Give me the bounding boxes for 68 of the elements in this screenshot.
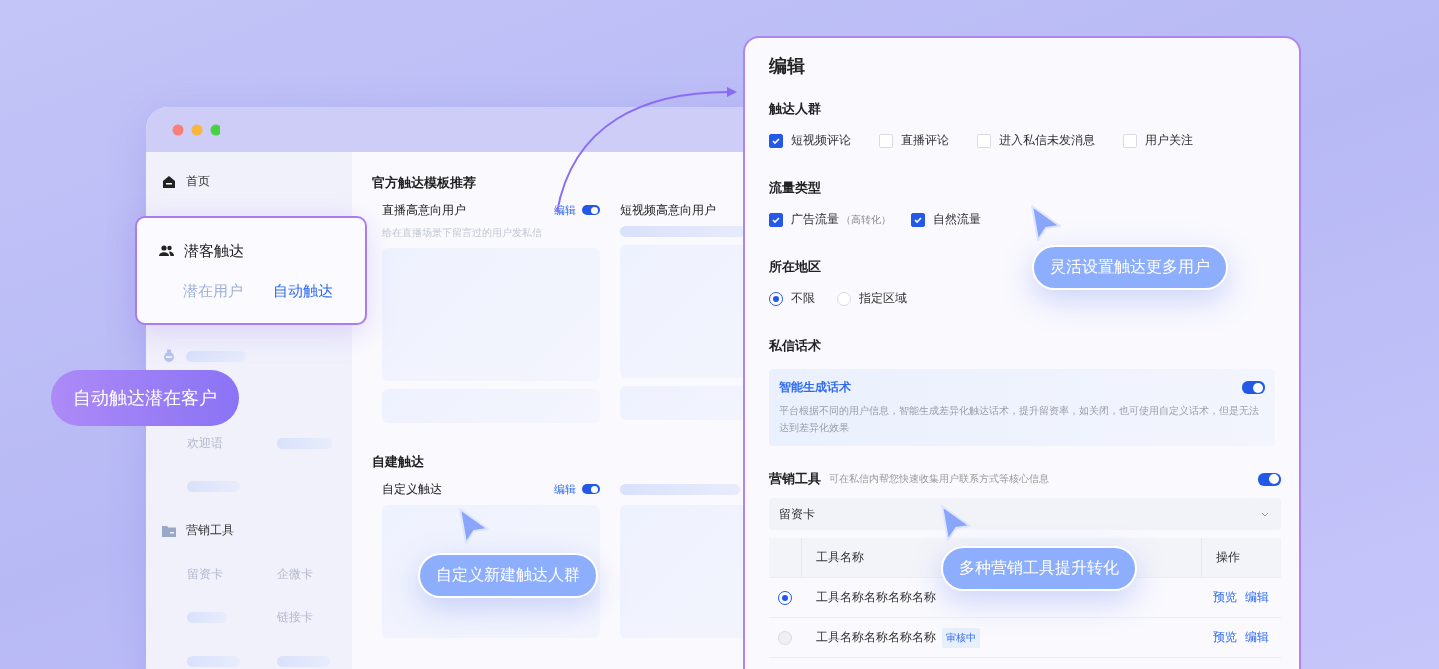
edit-link[interactable]: 编辑 [554, 481, 576, 497]
table-cell: 工具名称名称名称名称 [816, 629, 936, 646]
check-icon [771, 135, 781, 146]
section-title: 触达人群 [769, 100, 821, 118]
section-title: 私信话术 [769, 337, 821, 355]
section-title: 营销工具 [769, 470, 821, 488]
cursor-icon [457, 507, 491, 545]
action-link[interactable]: 预览 [1213, 629, 1237, 646]
radio-label: 不限 [791, 290, 815, 307]
section-hint: 可在私信内帮您快速收集用户联系方式等核心信息 [829, 472, 1049, 486]
checkbox-label: 进入私信未发消息 [999, 132, 1095, 149]
placeholder-bar [277, 655, 330, 667]
check-icon [771, 214, 781, 225]
window-controls-icon [172, 123, 220, 136]
section-title: 自建触达 [372, 453, 424, 469]
card-title: 自定义触达 [382, 480, 442, 498]
check-icon [913, 214, 923, 225]
placeholder-bar [277, 437, 332, 449]
cursor-icon [1029, 204, 1063, 242]
checkbox-label: 用户关注 [1145, 132, 1193, 149]
action-link[interactable]: 编辑 [1245, 629, 1269, 646]
toggle[interactable] [1242, 381, 1265, 394]
radio-button[interactable] [778, 590, 792, 605]
checkbox-label: 自然流量 [933, 211, 981, 228]
callout-label: 自定义新建触达人群 [418, 553, 598, 598]
callout-label: 灵活设置触达更多用户 [1032, 245, 1228, 290]
section-title: 所在地区 [769, 258, 821, 276]
home-icon [162, 174, 176, 189]
sidebar-item[interactable]: 首页 [186, 173, 210, 191]
card-description: 平台根据不同的用户信息，智能生成差异化触达话术，提升留资率，如关闭，也可使用自定义话术，但是无法达到差异化效果 [779, 404, 1260, 435]
option-note: （高转化） [841, 212, 891, 227]
placeholder-bar [186, 350, 246, 362]
card-title: 短视频高意向用户 [620, 201, 716, 219]
panel-title: 编辑 [769, 55, 806, 78]
section-title: 官方触达模板推荐 [372, 174, 476, 190]
toggle[interactable] [582, 205, 600, 215]
chevron-down-icon [1261, 511, 1269, 517]
toggle[interactable] [1258, 472, 1281, 486]
toggle[interactable] [582, 484, 600, 494]
action-link[interactable]: 预览 [1213, 589, 1237, 606]
checkbox[interactable] [769, 212, 783, 227]
callout-label: 多种营销工具提升转化 [941, 546, 1137, 591]
checkbox-label: 直播评论 [901, 132, 949, 149]
table-cell: 工具名称名称名称名称 [816, 589, 936, 606]
submenu-item[interactable]: 自动触达 [273, 282, 333, 301]
status-badge: 审核中 [942, 627, 980, 648]
menu-group-title: 潜客触达 [184, 241, 244, 261]
users-icon [159, 245, 174, 257]
placeholder-bar [187, 481, 240, 493]
sidebar-item[interactable]: 营销工具 [186, 522, 234, 540]
section-title: 流量类型 [769, 179, 821, 197]
checkbox-label: 短视频评论 [791, 132, 851, 149]
checkbox-label: 广告流量 [791, 211, 839, 228]
folder-icon [162, 524, 176, 537]
card-title: 智能生成话术 [779, 379, 851, 396]
column-header: 操作 [1201, 538, 1281, 577]
select-field[interactable]: 留资卡 [769, 498, 1281, 530]
robot-icon [162, 349, 176, 364]
action-link[interactable]: 编辑 [1245, 589, 1269, 606]
checkbox[interactable] [911, 212, 925, 227]
placeholder-bar [187, 655, 240, 667]
radio-button[interactable] [769, 291, 783, 306]
cursor-icon [939, 504, 973, 542]
callout-label: 自动触达潜在客户 [51, 370, 239, 426]
placeholder-bar [187, 612, 227, 624]
checkbox[interactable] [769, 133, 783, 148]
card-title: 直播高意向用户 [382, 201, 466, 219]
radio-label: 指定区域 [859, 290, 907, 307]
